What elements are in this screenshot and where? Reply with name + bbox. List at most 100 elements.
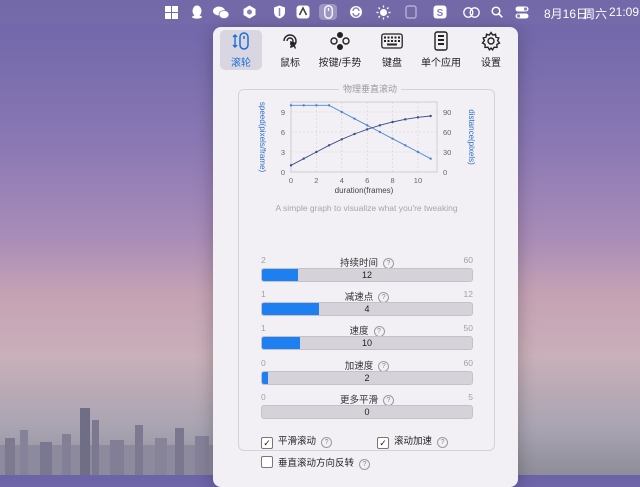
slider-title: 速度? bbox=[261, 323, 473, 337]
y-left-tick-label: 3 bbox=[281, 148, 285, 157]
y-right-axis-label: distance(pixels) bbox=[467, 109, 476, 165]
mos-preferences-panel: 滚轮 鼠标 按键/手势 键盘 单个应用 设置 物理垂直滚动 0 2 4 6 8 … bbox=[213, 27, 518, 487]
speed-point bbox=[327, 104, 331, 107]
slider-value: 12 bbox=[361, 270, 372, 280]
slider-value: 10 bbox=[361, 338, 372, 348]
slider-value: 2 bbox=[364, 373, 370, 383]
speed-point bbox=[429, 157, 432, 160]
sync-icon[interactable] bbox=[348, 4, 364, 20]
menubar-time[interactable]: 21:09 bbox=[609, 5, 639, 19]
menu-bar: S 8月16日 周六 21:09 bbox=[0, 0, 640, 24]
speed-point bbox=[365, 124, 369, 127]
checkbox-option[interactable]: ✓ 平滑滚动? bbox=[261, 433, 333, 449]
menubar-weekday[interactable]: 周六 bbox=[583, 5, 607, 22]
tab-mouse-label: 鼠标 bbox=[280, 58, 300, 69]
distance-point bbox=[365, 128, 369, 131]
distance-point bbox=[289, 164, 293, 167]
tab-scroll[interactable]: 滚轮 bbox=[220, 30, 262, 70]
tab-settings-label: 设置 bbox=[481, 58, 501, 69]
slider-track[interactable]: 12 bbox=[261, 268, 473, 282]
speed-point bbox=[302, 104, 305, 107]
slider-track[interactable]: 0 bbox=[261, 405, 473, 419]
x-axis-label: duration(frames) bbox=[335, 186, 394, 195]
y-left-tick-label: 9 bbox=[281, 108, 285, 117]
slider-title: 加速度? bbox=[261, 358, 473, 372]
slider-max-label: 5 bbox=[468, 392, 473, 402]
checkbox[interactable]: ✓ bbox=[377, 437, 389, 449]
speed-point bbox=[289, 104, 293, 107]
tab-keyboard[interactable]: 键盘 bbox=[371, 30, 413, 70]
wechat-icon[interactable] bbox=[213, 4, 229, 20]
speed-point bbox=[404, 144, 407, 147]
menubar-date[interactable]: 8月16日 bbox=[544, 5, 588, 22]
distance-point bbox=[315, 150, 318, 154]
slider-title: 持续时间? bbox=[261, 255, 473, 269]
scroll-curve-chart: 0 2 4 6 8 1003690306090duration(frames)speed(… bbox=[258, 101, 476, 195]
y-left-axis-label: speed(pixels/frame) bbox=[258, 102, 267, 173]
speed-point bbox=[353, 117, 356, 120]
plot-frame bbox=[290, 101, 438, 173]
speed-point bbox=[378, 130, 382, 134]
speed-point bbox=[340, 110, 343, 114]
control-center-icon[interactable] bbox=[514, 4, 530, 20]
hexagon-app-icon[interactable] bbox=[241, 4, 257, 20]
slider-track[interactable]: 10 bbox=[261, 336, 473, 350]
slider-decel-point: 1 减速点? 12 4 bbox=[261, 289, 473, 323]
chart-caption: A simple graph to visualize what you're … bbox=[275, 203, 458, 213]
distance-point bbox=[378, 124, 382, 127]
tab-mouse[interactable]: 鼠标 bbox=[269, 30, 311, 70]
checkbox-option[interactable]: ✓ 滚动加速? bbox=[377, 433, 449, 449]
slider-max-label: 12 bbox=[463, 289, 473, 299]
y-left-tick-label: 6 bbox=[281, 128, 285, 137]
slider-value: 4 bbox=[364, 304, 370, 314]
preferences-toolbar: 滚轮 鼠标 按键/手势 键盘 单个应用 设置 bbox=[213, 27, 518, 71]
tab-single-app[interactable]: 单个应用 bbox=[418, 30, 464, 70]
x-tick-label: 10 bbox=[414, 176, 422, 185]
tab-scroll-label: 滚轮 bbox=[231, 58, 251, 69]
slider-max-label: 60 bbox=[463, 255, 473, 265]
city-skyline bbox=[0, 408, 215, 475]
x-tick-label: 2 bbox=[314, 176, 318, 185]
checkbox-label: 滚动加速 bbox=[394, 436, 433, 447]
mos-scroll-icon[interactable] bbox=[319, 4, 337, 20]
checkbox-option[interactable]: 垂直滚动方向反转? bbox=[261, 455, 371, 470]
slider-track[interactable]: 4 bbox=[261, 302, 473, 316]
tab-buttons-gestures[interactable]: 按键/手势 bbox=[317, 30, 363, 70]
scroll-wheel-icon bbox=[220, 30, 262, 52]
distance-point bbox=[404, 118, 407, 121]
slider-value: 0 bbox=[364, 407, 370, 417]
help-icon[interactable]: ? bbox=[321, 437, 333, 448]
y-right-tick-label: 0 bbox=[443, 168, 447, 177]
tab-buttons-gestures-label: 按键/手势 bbox=[318, 58, 362, 69]
x-tick-label: 4 bbox=[340, 176, 344, 185]
qq-penguin-icon[interactable] bbox=[189, 4, 205, 20]
single-app-icon bbox=[418, 30, 464, 52]
distance-series-line bbox=[290, 115, 431, 166]
checkbox[interactable] bbox=[261, 456, 273, 468]
search-icon[interactable] bbox=[489, 4, 505, 20]
slider-max-label: 60 bbox=[463, 358, 473, 368]
windows-logo-icon[interactable] bbox=[163, 4, 179, 20]
svg-text:S: S bbox=[437, 8, 444, 19]
speed-point bbox=[315, 104, 318, 107]
gear-icon bbox=[471, 30, 511, 52]
y-right-tick-label: 30 bbox=[443, 148, 451, 157]
slider-title: 减速点? bbox=[261, 289, 473, 303]
checkbox[interactable]: ✓ bbox=[261, 437, 273, 449]
distance-point bbox=[327, 144, 331, 147]
keyboard-icon bbox=[371, 30, 413, 52]
s-app-icon[interactable]: S bbox=[432, 4, 448, 20]
help-icon[interactable]: ? bbox=[437, 437, 449, 448]
link-icon[interactable] bbox=[461, 4, 481, 20]
speed-point bbox=[391, 137, 394, 140]
slider-speed: 1 速度? 50 10 bbox=[261, 323, 473, 357]
dark-app-icon[interactable] bbox=[295, 4, 311, 20]
slider-duration: 2 持续时间? 60 12 bbox=[261, 255, 473, 289]
tab-settings[interactable]: 设置 bbox=[471, 30, 511, 70]
dimmed-app-icon[interactable] bbox=[403, 4, 419, 20]
shield-icon[interactable] bbox=[271, 4, 287, 20]
speed-point bbox=[416, 150, 420, 154]
slider-track[interactable]: 2 bbox=[261, 371, 473, 385]
help-icon[interactable]: ? bbox=[359, 459, 371, 470]
brightness-icon[interactable] bbox=[375, 4, 391, 20]
